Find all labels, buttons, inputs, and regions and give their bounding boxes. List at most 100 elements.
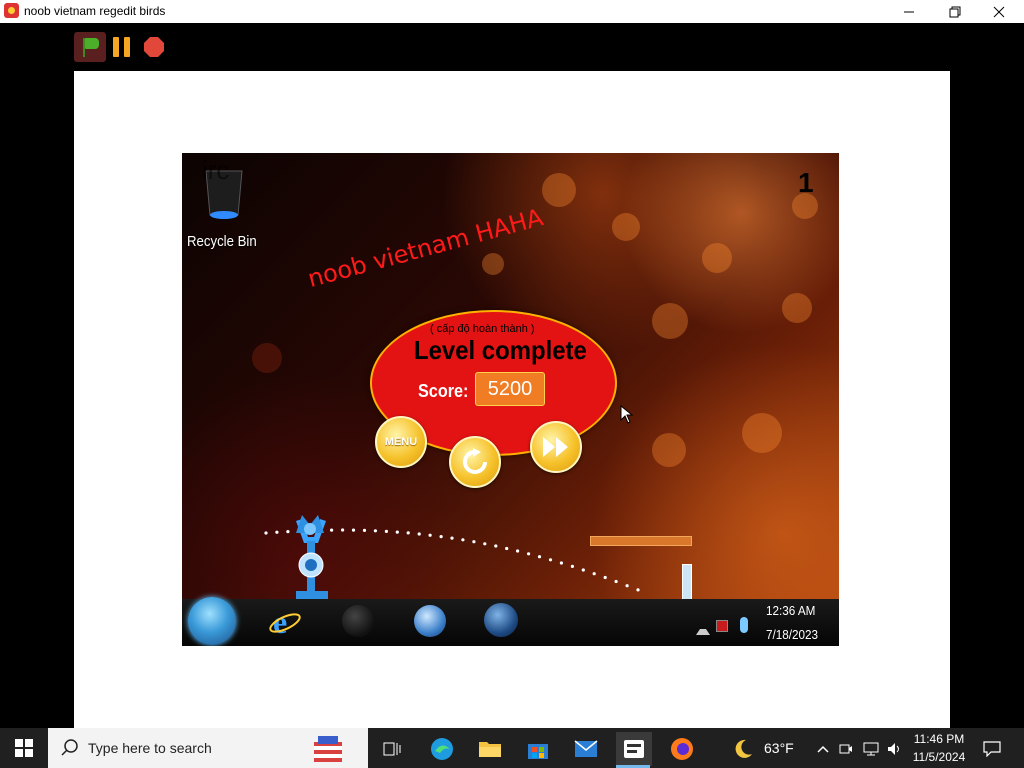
camera-icon: [839, 744, 852, 754]
mouse-cursor-icon: [620, 405, 634, 424]
search-placeholder: Type here to search: [88, 740, 212, 756]
close-icon: [993, 6, 1005, 17]
trajectory-dot: [373, 529, 377, 533]
trajectory-dot: [384, 529, 388, 533]
trajectory-dot: [351, 528, 356, 532]
search-icon: [61, 739, 78, 756]
app-icon: [4, 3, 19, 18]
network-icon: [863, 742, 879, 756]
notifications-button[interactable]: [978, 732, 1006, 766]
volume-icon: [888, 743, 899, 755]
restart-button[interactable]: [449, 436, 501, 488]
score-value: 5200: [475, 372, 545, 406]
media-player-icon: [414, 605, 446, 637]
pause-icon: [113, 37, 119, 57]
task-view-icon: [383, 742, 401, 756]
trajectory-dot: [592, 572, 596, 576]
wood-plank: [590, 536, 692, 546]
edge-button[interactable]: [424, 732, 460, 766]
meet-now-button[interactable]: [836, 732, 856, 766]
trajectory-dot: [516, 549, 520, 553]
trajectory-dot: [505, 546, 509, 551]
trajectory-dot: [483, 542, 487, 546]
trajectory-dot: [494, 544, 498, 548]
trajectory-dot: [636, 588, 640, 592]
next-level-button[interactable]: [530, 421, 582, 473]
mail-icon: [574, 740, 598, 757]
fast-forward-icon: [543, 437, 568, 457]
store-icon: [528, 744, 548, 759]
internet-explorer-icon: e: [269, 605, 301, 639]
store-button[interactable]: [520, 732, 556, 766]
notification-icon: [983, 741, 1001, 757]
network-button[interactable]: [860, 732, 882, 766]
green-flag-button[interactable]: [74, 32, 106, 62]
weather-button[interactable]: [728, 732, 758, 766]
trajectory-dot: [625, 584, 629, 588]
trajectory-dot: [537, 555, 542, 559]
trajectory-dot: [406, 531, 410, 535]
trajectory-dot: [417, 532, 421, 536]
dialog-subtitle: ( cấp độ hoàn thành ): [430, 323, 535, 335]
tray-flag-icon: [716, 620, 728, 632]
game-canvas[interactable]: irc Recycle Bin 1 noob vietnam HAHA ( cấ…: [182, 153, 839, 646]
trajectory-dot: [450, 536, 454, 540]
game-clock-time: 12:36 AM: [766, 603, 816, 618]
scratch-app-icon: [624, 740, 644, 758]
network-globe-icon: [484, 603, 518, 637]
bird-icon: [296, 515, 324, 535]
trajectory-dot: [603, 575, 607, 580]
restore-icon: [949, 6, 961, 17]
chevron-up-icon: [817, 745, 829, 753]
trajectory-dot: [548, 558, 553, 562]
search-highlight-icon[interactable]: [310, 732, 346, 766]
trajectory-dot: [275, 530, 279, 534]
trajectory-dot: [614, 579, 618, 584]
pause-button[interactable]: [113, 37, 131, 57]
start-button[interactable]: [0, 728, 48, 768]
dialog-title: Level complete: [414, 335, 587, 365]
mail-button[interactable]: [568, 732, 604, 766]
weather-temperature[interactable]: 63°F: [764, 740, 794, 756]
ice-block: [682, 564, 692, 604]
scratch-app-button[interactable]: [616, 732, 652, 766]
clock-date[interactable]: 11/5/2024: [912, 750, 966, 764]
trajectory-dot: [581, 568, 585, 572]
start-orb-icon: [188, 597, 236, 645]
trajectory-dot: [362, 528, 367, 532]
trajectory-dot: [570, 564, 574, 568]
trajectory-dot: [559, 561, 563, 565]
trajectory-dot: [341, 528, 345, 532]
show-hidden-icons-button[interactable]: [812, 732, 834, 766]
trajectory-dot: [428, 533, 432, 537]
stop-button[interactable]: [144, 37, 164, 57]
tray-chevron-icon: [696, 623, 710, 635]
windows-logo-icon: [15, 739, 33, 757]
minimize-button[interactable]: [886, 0, 932, 23]
trajectory-dot: [472, 540, 476, 544]
menu-button[interactable]: MENU: [375, 416, 427, 468]
window-title: noob vietnam regedit birds: [24, 4, 166, 18]
restore-button[interactable]: [932, 0, 978, 23]
media-center-icon: [342, 605, 374, 637]
firefox-icon: [671, 738, 693, 760]
menu-label: MENU: [384, 436, 418, 448]
trajectory-dot: [461, 538, 465, 542]
game-clock-date: 7/18/2023: [766, 627, 819, 642]
edge-icon: [431, 738, 453, 760]
restart-icon: [463, 448, 487, 474]
trajectory-dot: [395, 530, 399, 534]
task-view-button[interactable]: [374, 732, 410, 766]
tray-volume-icon: [740, 617, 748, 633]
file-explorer-button[interactable]: [472, 732, 508, 766]
trajectory-dot: [264, 531, 268, 535]
clock-time[interactable]: 11:46 PM: [912, 732, 966, 746]
close-button[interactable]: [976, 0, 1022, 23]
score-label: Score:: [418, 381, 469, 401]
moon-icon: [735, 739, 752, 758]
firefox-button[interactable]: [664, 732, 700, 766]
file-explorer-icon: [479, 742, 501, 757]
trajectory-dot: [439, 535, 443, 539]
minimize-icon: [904, 11, 914, 12]
volume-button[interactable]: [884, 732, 906, 766]
